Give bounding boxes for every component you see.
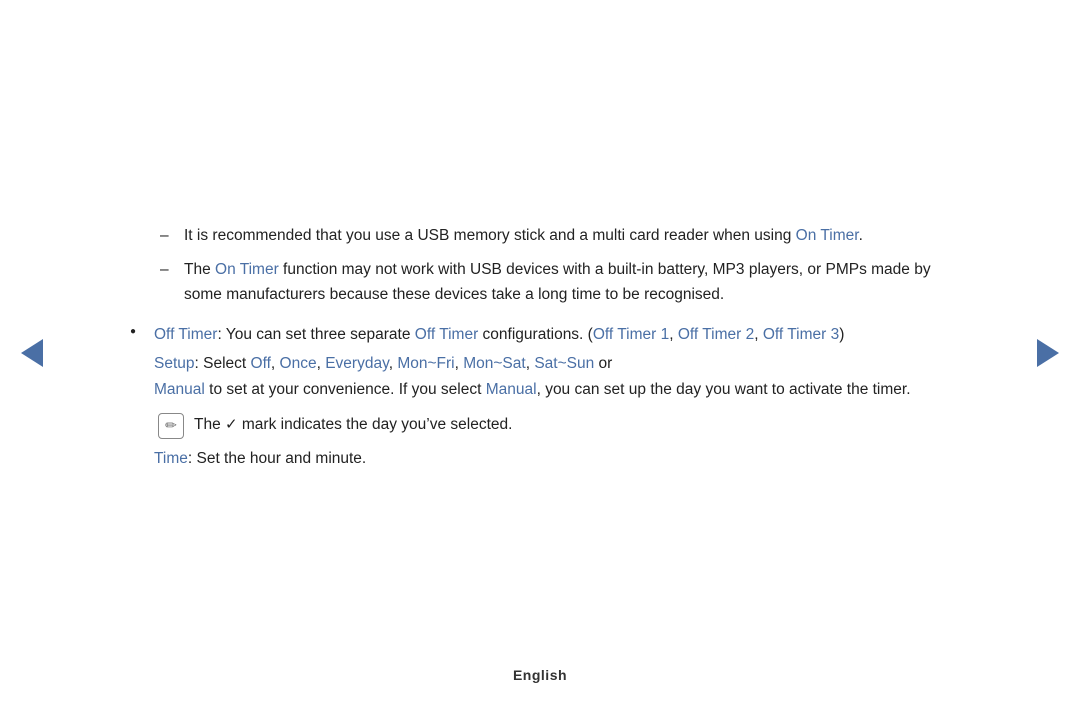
footer-language: English bbox=[513, 667, 567, 683]
bullet-text-2: configurations. ( bbox=[478, 326, 593, 343]
note-block: The ✓ mark indicates the day you’ve sele… bbox=[158, 412, 950, 438]
note-icon bbox=[158, 413, 184, 439]
mon-fri-option[interactable]: Mon~Fri bbox=[397, 355, 454, 372]
dash-list: It is recommended that you use a USB mem… bbox=[160, 223, 950, 308]
once-option[interactable]: Once bbox=[280, 355, 317, 372]
note-text: The ✓ mark indicates the day you’ve sele… bbox=[194, 412, 512, 438]
everyday-option[interactable]: Everyday bbox=[325, 355, 388, 372]
setup-text-1: : Select bbox=[195, 355, 251, 372]
bullet-list: Off Timer: You can set three separate Of… bbox=[130, 322, 950, 472]
setup-label[interactable]: Setup bbox=[154, 355, 195, 372]
dash-item-2-text-after: function may not work with USB devices w… bbox=[184, 261, 931, 304]
comma-4: , bbox=[455, 355, 464, 372]
nav-arrow-left[interactable] bbox=[18, 339, 46, 367]
dash-item-1: It is recommended that you use a USB mem… bbox=[160, 223, 950, 249]
content-area: It is recommended that you use a USB mem… bbox=[110, 193, 970, 512]
setup-text-2: or bbox=[594, 355, 612, 372]
page-container: It is recommended that you use a USB mem… bbox=[0, 0, 1080, 705]
bullet-text-1: : You can set three separate bbox=[217, 326, 414, 343]
off-timer-label-2[interactable]: Off Timer bbox=[415, 326, 478, 343]
setup-line: Setup: Select Off, Once, Everyday, Mon~F… bbox=[154, 351, 950, 402]
time-text: : Set the hour and minute. bbox=[188, 450, 366, 467]
sep-1: , bbox=[669, 326, 678, 343]
checkmark-icon: ✓ bbox=[225, 416, 238, 433]
bullet-item-off-timer: Off Timer: You can set three separate Of… bbox=[130, 322, 950, 472]
right-arrow-icon bbox=[1037, 339, 1059, 367]
manual-2-option[interactable]: Manual bbox=[486, 381, 537, 398]
on-timer-link-2[interactable]: On Timer bbox=[215, 261, 279, 278]
note-text-after: mark indicates the day you’ve selected. bbox=[238, 416, 513, 433]
mon-sat-option[interactable]: Mon~Sat bbox=[463, 355, 525, 372]
off-timer-label[interactable]: Off Timer bbox=[154, 326, 217, 343]
manual-1-option[interactable]: Manual bbox=[154, 381, 205, 398]
nav-arrow-right[interactable] bbox=[1034, 339, 1062, 367]
off-option[interactable]: Off bbox=[251, 355, 271, 372]
off-timer-2-label[interactable]: Off Timer 2 bbox=[678, 326, 754, 343]
sat-sun-option[interactable]: Sat~Sun bbox=[534, 355, 594, 372]
comma-2: , bbox=[317, 355, 326, 372]
dash-item-2-text-before: The bbox=[184, 261, 215, 278]
off-timer-3-label[interactable]: Off Timer 3 bbox=[763, 326, 839, 343]
dash-item-2: The On Timer function may not work with … bbox=[160, 257, 950, 308]
off-timer-1-label[interactable]: Off Timer 1 bbox=[593, 326, 669, 343]
bullet-text-3: ) bbox=[839, 326, 844, 343]
time-line: Time: Set the hour and minute. bbox=[154, 446, 950, 472]
dash-item-1-text-after: . bbox=[859, 227, 863, 244]
setup-text-3: to set at your convenience. If you selec… bbox=[205, 381, 486, 398]
setup-text-4: , you can set up the day you want to act… bbox=[537, 381, 911, 398]
dash-item-1-text-before: It is recommended that you use a USB mem… bbox=[184, 227, 796, 244]
left-arrow-icon bbox=[21, 339, 43, 367]
note-text-before: The bbox=[194, 416, 225, 433]
comma-1: , bbox=[271, 355, 280, 372]
time-label[interactable]: Time bbox=[154, 450, 188, 467]
sep-2: , bbox=[754, 326, 763, 343]
on-timer-link-1[interactable]: On Timer bbox=[796, 227, 859, 244]
